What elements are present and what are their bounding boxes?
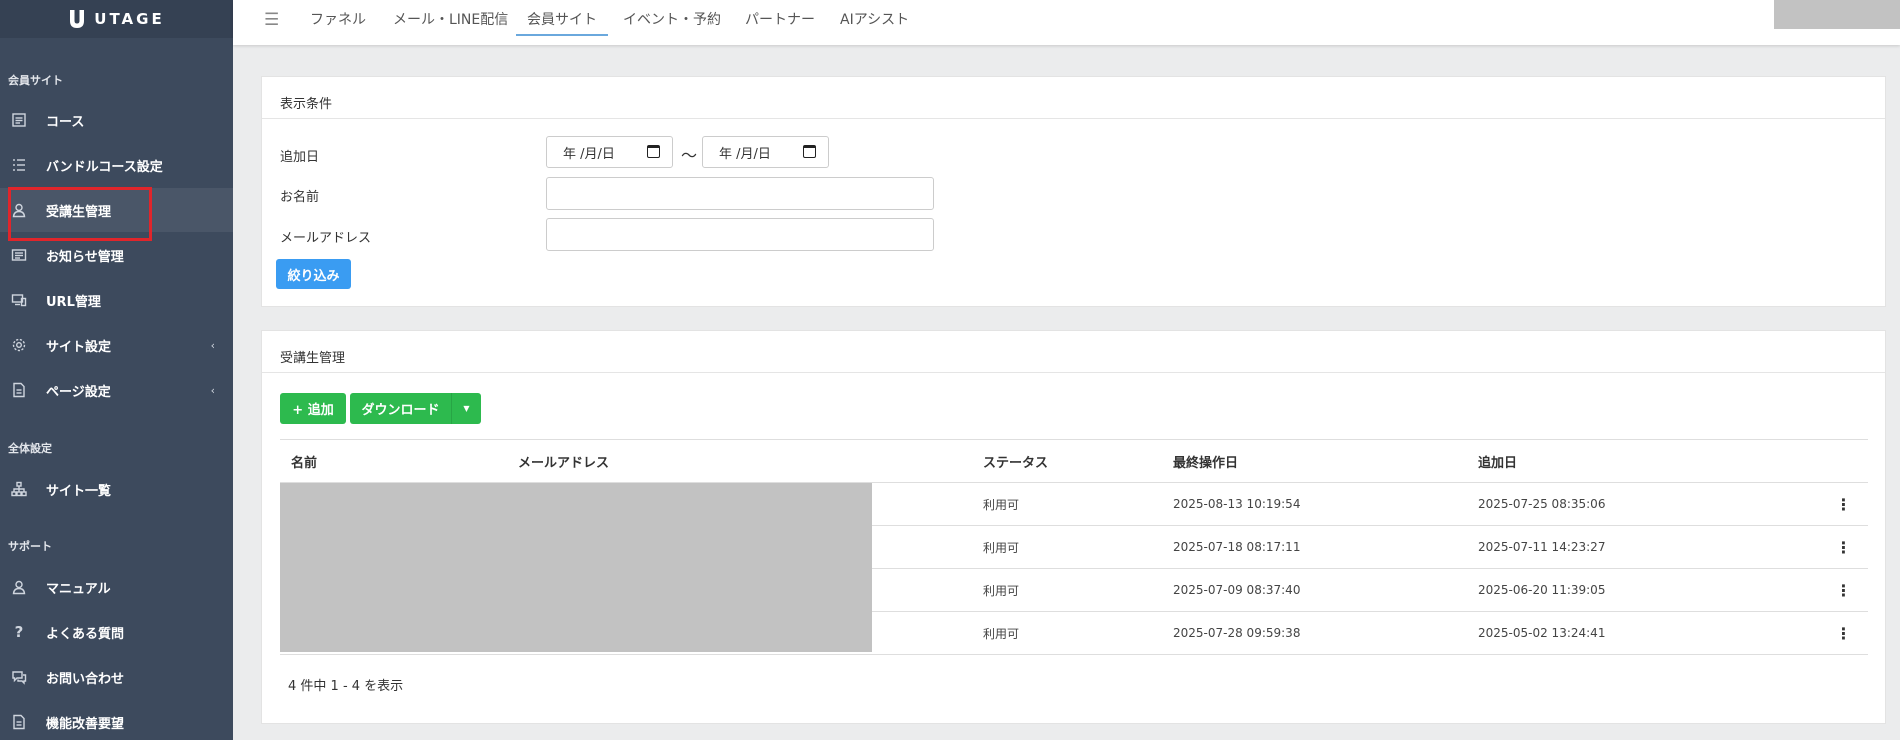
- sidebar-item-label: サイト設定: [46, 339, 112, 355]
- list-icon: [11, 112, 27, 128]
- sidebar-item-page-settings[interactable]: ページ設定 ‹: [0, 368, 233, 412]
- sidebar-item-site-settings[interactable]: サイト設定 ‹: [0, 323, 233, 367]
- sidebar-item-label: サイト一覧: [46, 483, 112, 499]
- sitemap-icon: [11, 481, 27, 497]
- column-header-last-action[interactable]: 最終操作日: [1162, 439, 1467, 483]
- sidebar-item-bundle-course[interactable]: バンドルコース設定: [0, 143, 233, 187]
- filter-submit-button[interactable]: 絞り込み: [276, 259, 351, 289]
- added-date-label: 追加日: [280, 150, 320, 165]
- sidebar-item-manual[interactable]: マニュアル: [0, 565, 233, 609]
- email-label: メールアドレス: [280, 231, 372, 246]
- gear-icon: [11, 337, 27, 353]
- cell-added-date: 2025-07-11 14:23:27: [1467, 525, 1808, 569]
- cell-added-date: 2025-05-02 13:24:41: [1467, 611, 1808, 655]
- logo-text: UTAGE: [94, 10, 165, 28]
- members-card: 受講生管理 + 追加 ダウンロード ▼ 名前 メールアドレス ステータス 最終操…: [261, 330, 1886, 724]
- user-icon: [11, 202, 27, 218]
- section-header-member-site: 会員サイト: [8, 74, 63, 87]
- user-icon: [11, 579, 27, 595]
- section-header-global-settings: 全体設定: [8, 442, 52, 455]
- date-from-placeholder: 年 /月/日: [563, 146, 615, 162]
- chat-icon: [11, 669, 27, 685]
- cell-last-action: 2025-07-18 08:17:11: [1162, 525, 1467, 569]
- members-card-title: 受講生管理: [262, 331, 1885, 373]
- filter-card: 表示条件 追加日 年 /月/日 〜 年 /月/日 お名前 メールアドレス 絞り込…: [261, 76, 1886, 307]
- sidebar-item-label: 機能改善要望: [46, 716, 125, 732]
- add-member-button[interactable]: + 追加: [280, 393, 346, 424]
- logo[interactable]: UTAGE: [0, 0, 233, 38]
- sidebar-item-label: 受講生管理: [46, 204, 112, 220]
- bullet-list-icon: [11, 157, 27, 173]
- column-header-status[interactable]: ステータス: [972, 439, 1162, 483]
- column-header-added-date[interactable]: 追加日: [1467, 439, 1808, 483]
- name-label: お名前: [280, 190, 320, 205]
- top-navigation-bar: ☰ ファネル メール・LINE配信 会員サイト イベント・予約 パートナー AI…: [233, 0, 1900, 45]
- sidebar: UTAGE 会員サイト コース バンドルコース設定 受講生管理 お知らせ管理 U…: [0, 0, 233, 740]
- date-to-placeholder: 年 /月/日: [719, 146, 771, 162]
- cell-last-action: 2025-08-13 10:19:54: [1162, 482, 1467, 526]
- date-to-input[interactable]: 年 /月/日: [702, 136, 829, 168]
- tab-mail-line[interactable]: メール・LINE配信: [393, 9, 508, 34]
- tab-funnel[interactable]: ファネル: [310, 9, 366, 34]
- download-dropdown-caret-icon[interactable]: ▼: [451, 393, 481, 424]
- sidebar-item-label: URL管理: [46, 294, 101, 310]
- cell-status: 利用可: [972, 482, 1162, 526]
- utage-logo-icon: [70, 10, 85, 28]
- row-menu-icon[interactable]: ⋮: [1808, 525, 1868, 569]
- download-button[interactable]: ダウンロード: [350, 393, 451, 424]
- pagination-summary: 4 件中 1 - 4 を表示: [288, 679, 404, 694]
- email-input[interactable]: [546, 218, 934, 251]
- sidebar-item-faq[interactable]: ? よくある質問: [0, 610, 233, 654]
- sidebar-item-site-list[interactable]: サイト一覧: [0, 467, 233, 511]
- cell-added-date: 2025-06-20 11:39:05: [1467, 568, 1808, 612]
- account-area-redacted[interactable]: [1774, 0, 1900, 29]
- column-header-actions: [1808, 439, 1868, 483]
- redacted-name-email-block: [280, 483, 872, 652]
- sidebar-item-label: ページ設定: [46, 384, 111, 400]
- row-menu-icon[interactable]: ⋮: [1808, 611, 1868, 655]
- sidebar-item-feature-request[interactable]: 機能改善要望: [0, 700, 233, 740]
- sidebar-item-url[interactable]: URL管理: [0, 278, 233, 322]
- sidebar-item-label: よくある質問: [46, 626, 125, 642]
- table-header-row: 名前 メールアドレス ステータス 最終操作日 追加日: [280, 439, 1868, 483]
- sidebar-item-label: お問い合わせ: [46, 671, 125, 687]
- cell-last-action: 2025-07-09 08:37:40: [1162, 568, 1467, 612]
- sidebar-item-course[interactable]: コース: [0, 98, 233, 142]
- cell-added-date: 2025-07-25 08:35:06: [1467, 482, 1808, 526]
- cell-status: 利用可: [972, 568, 1162, 612]
- sidebar-item-news[interactable]: お知らせ管理: [0, 233, 233, 277]
- date-range-separator: 〜: [681, 146, 698, 165]
- newspaper-icon: [11, 247, 27, 263]
- document-icon: [11, 714, 27, 730]
- column-header-name[interactable]: 名前: [280, 439, 507, 483]
- sidebar-item-label: マニュアル: [46, 581, 111, 597]
- date-from-input[interactable]: 年 /月/日: [546, 136, 673, 168]
- sidebar-item-label: コース: [46, 114, 85, 130]
- devices-icon: [11, 292, 27, 308]
- row-menu-icon[interactable]: ⋮: [1808, 482, 1868, 526]
- calendar-icon[interactable]: [647, 145, 660, 158]
- calendar-icon[interactable]: [803, 145, 816, 158]
- section-header-support: サポート: [8, 540, 52, 553]
- tab-ai-assist[interactable]: AIアシスト: [840, 9, 909, 34]
- sidebar-item-label: バンドルコース設定: [46, 159, 163, 175]
- cell-status: 利用可: [972, 525, 1162, 569]
- row-menu-icon[interactable]: ⋮: [1808, 568, 1868, 612]
- tab-event-reservation[interactable]: イベント・予約: [623, 9, 721, 34]
- filter-card-title: 表示条件: [262, 77, 1885, 119]
- sidebar-item-student-management[interactable]: 受講生管理: [0, 188, 233, 232]
- sidebar-item-label: お知らせ管理: [46, 249, 124, 265]
- question-icon: ?: [14, 623, 24, 641]
- tab-partner[interactable]: パートナー: [745, 9, 815, 34]
- tab-member-site[interactable]: 会員サイト: [516, 9, 608, 36]
- cell-last-action: 2025-07-28 09:59:38: [1162, 611, 1467, 655]
- column-header-email[interactable]: メールアドレス: [507, 439, 972, 483]
- hamburger-menu-icon[interactable]: ☰: [264, 10, 279, 30]
- document-icon: [11, 382, 27, 398]
- sidebar-item-contact[interactable]: お問い合わせ: [0, 655, 233, 699]
- cell-status: 利用可: [972, 611, 1162, 655]
- name-input[interactable]: [546, 177, 934, 210]
- chevron-left-icon: ‹: [210, 383, 215, 397]
- chevron-left-icon: ‹: [210, 338, 215, 352]
